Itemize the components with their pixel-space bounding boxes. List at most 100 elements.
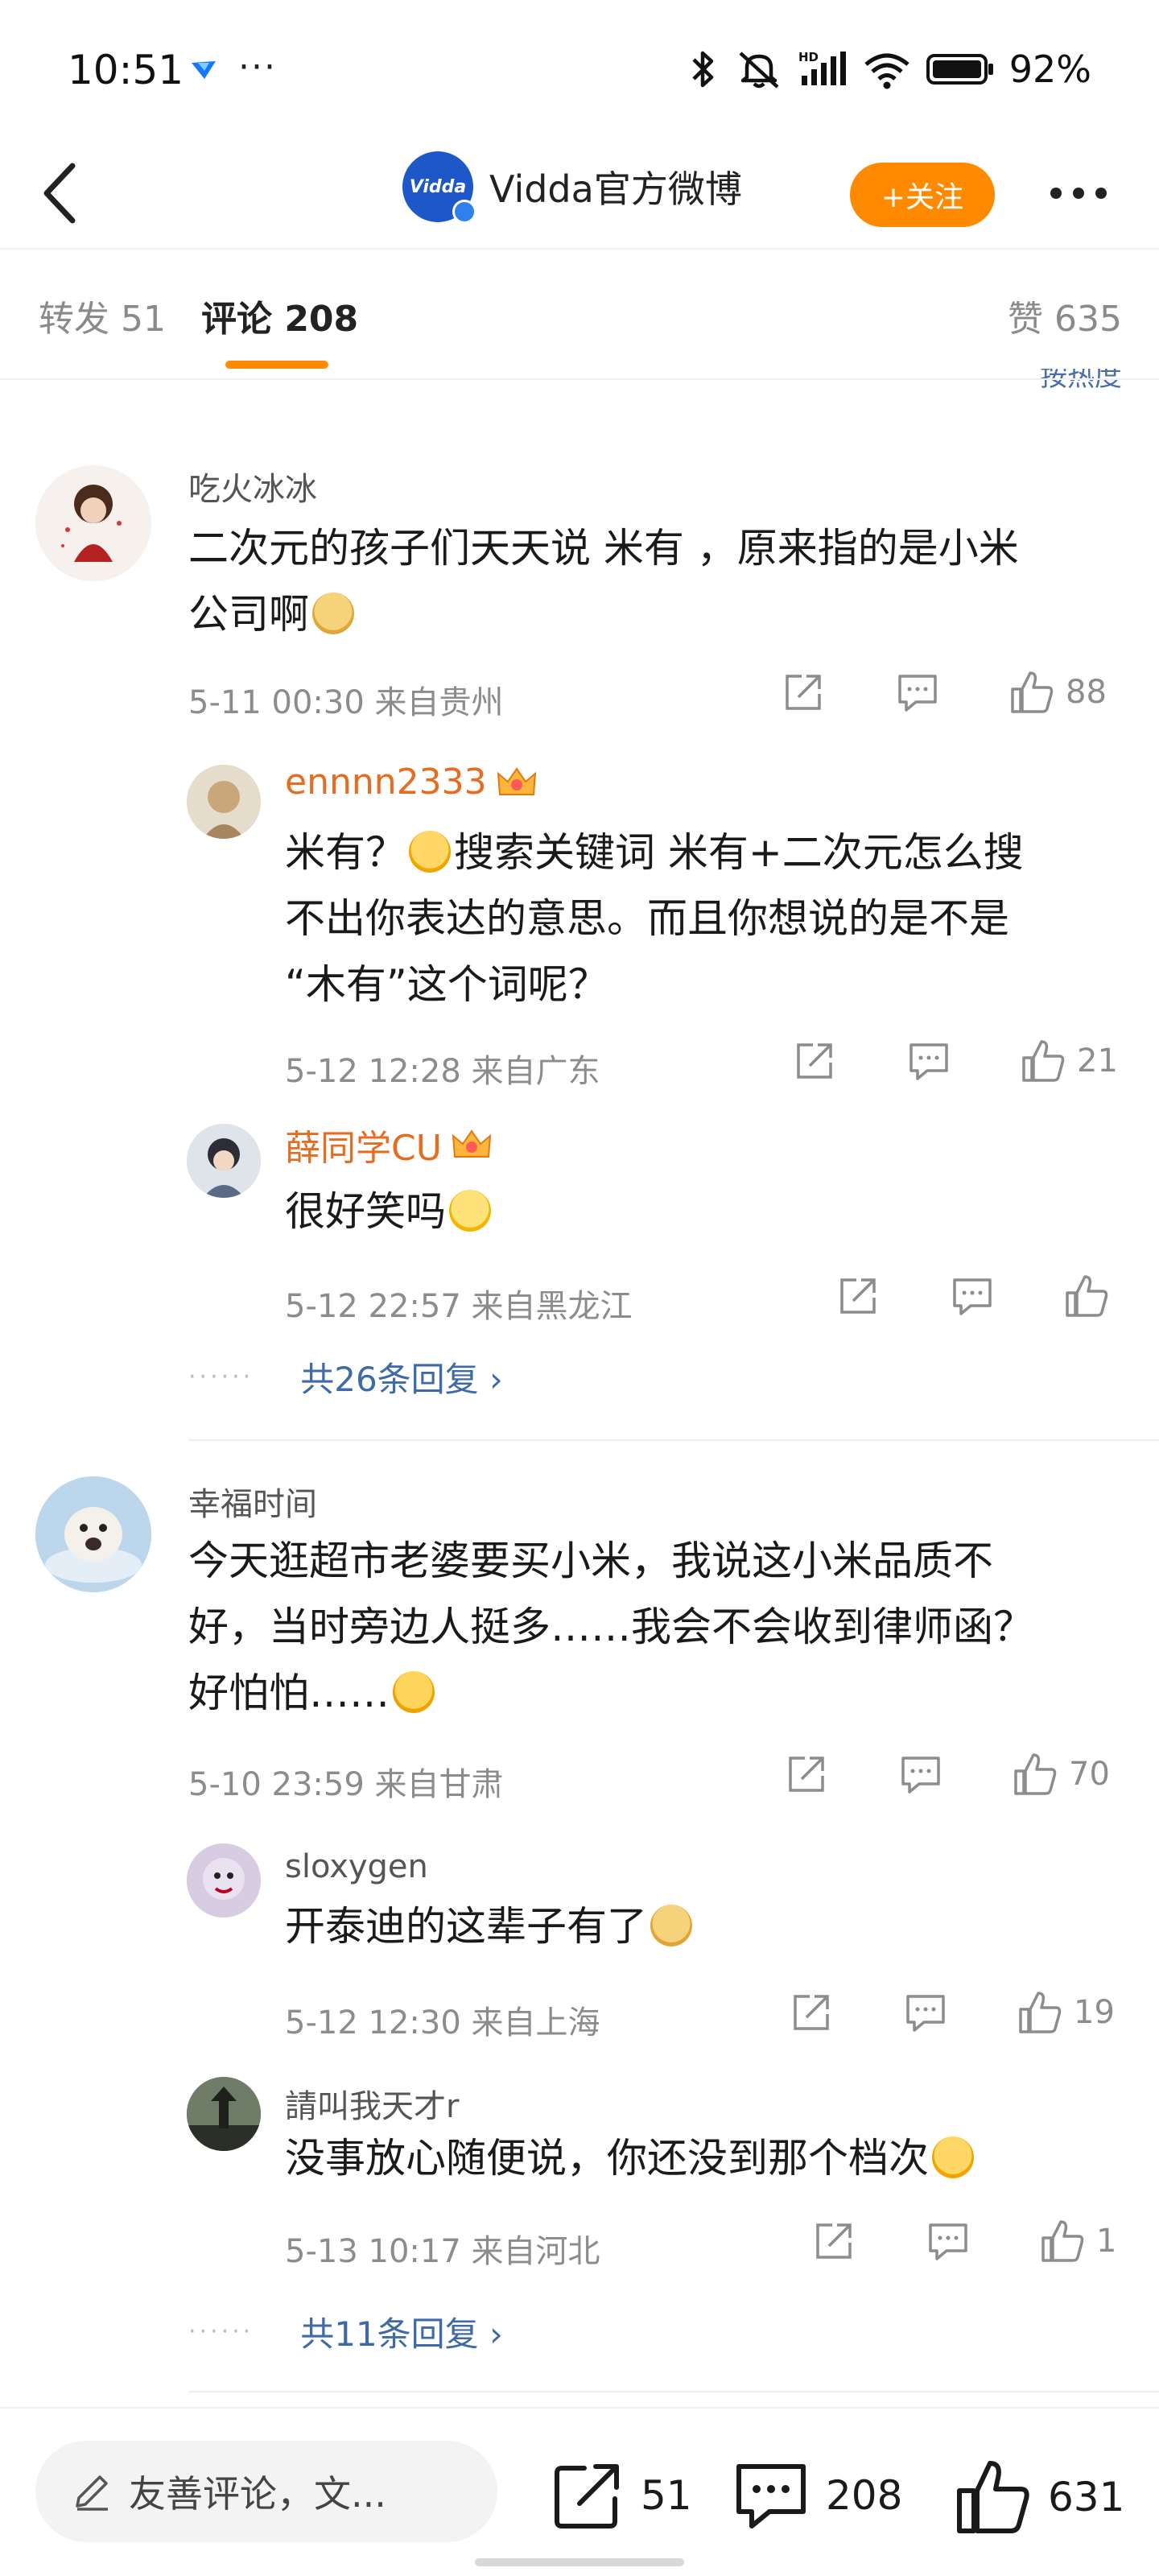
- avatar-image: [187, 765, 261, 839]
- like-comment-button[interactable]: 70: [1011, 1750, 1110, 1798]
- account-avatar[interactable]: Vidda: [402, 151, 476, 224]
- reply-reply-button[interactable]: [903, 1990, 948, 2035]
- commenter-avatar[interactable]: [35, 1476, 151, 1592]
- reply-text-fragment: 没事放心随便说，你还没到那个档次: [285, 2135, 929, 2182]
- follow-button[interactable]: +关注: [850, 163, 995, 227]
- share-icon: [797, 1043, 832, 1079]
- more-options-button[interactable]: [1038, 169, 1119, 217]
- back-button[interactable]: [32, 153, 89, 233]
- comment-input[interactable]: 友善评论，文...: [35, 2441, 497, 2542]
- commenter-name[interactable]: 幸福时间: [188, 1478, 317, 1525]
- reply-text-fragment: 很好笑吗: [285, 1188, 446, 1235]
- repost-comment-button[interactable]: [784, 1752, 829, 1797]
- more-replies-label: 共26条回复 ›: [300, 1360, 503, 1399]
- home-indicator: [475, 2558, 684, 2566]
- sort-toggle[interactable]: 按热度: [1040, 369, 1122, 401]
- reply-text-line: “木有”这个词呢？: [285, 961, 608, 1008]
- reply-author[interactable]: 薛同学CU: [285, 1119, 493, 1170]
- reply-comment-button[interactable]: [895, 670, 940, 715]
- comment-meta: 5-10 23:59 来自甘肃: [188, 1766, 504, 1803]
- like-button[interactable]: 631: [953, 2457, 1124, 2537]
- more-replies-label: 共11条回复 ›: [300, 2314, 503, 2354]
- reply-reply-button[interactable]: [906, 1038, 951, 1084]
- comment-text: 二次元的孩子们天天说 米有 ，原来指的是小米 公司啊: [188, 515, 1122, 647]
- avatar-image: [35, 465, 151, 581]
- comment-divider: [188, 1439, 1159, 1441]
- reply-reply-button[interactable]: [950, 1274, 995, 1319]
- reply-author[interactable]: ennnn2333: [285, 762, 538, 803]
- share-icon: [555, 2464, 619, 2529]
- status-icons: HD 92%: [687, 45, 1091, 93]
- reply-comment-button[interactable]: [898, 1752, 943, 1797]
- account-avatar-logo: Vidda: [409, 176, 467, 197]
- reply-text-line: 米有？ 搜索关键词 米有+二次元怎么搜: [285, 819, 1122, 886]
- comment-button[interactable]: 208: [731, 2457, 902, 2534]
- view-more-replies-link[interactable]: ······ 共26条回复 ›: [188, 1352, 503, 1402]
- like-reply-button[interactable]: 19: [1016, 1988, 1115, 2037]
- thumbs-up-icon: [957, 2461, 1029, 2533]
- like-reply-button[interactable]: 1: [1038, 2217, 1116, 2265]
- comment-text-line: 二次元的孩子们天天说 米有 ，原来指的是小米: [188, 525, 1019, 572]
- reply-reply-button[interactable]: [926, 2219, 971, 2264]
- reply-text-fragment: 搜索关键词 米有+二次元怎么搜: [454, 829, 1024, 876]
- tab-likes[interactable]: 赞 635: [1008, 290, 1122, 341]
- repost-reply-button[interactable]: [835, 1274, 881, 1319]
- share-icon: [794, 1995, 829, 2030]
- bottom-action-bar: 友善评论，文... 51 208 631: [0, 2407, 1159, 2576]
- doge-emoji-icon: [650, 1905, 692, 1946]
- tab-reposts[interactable]: 转发 51: [39, 290, 166, 341]
- avatar-image: [187, 1124, 261, 1198]
- comment-bubble-icon: [901, 1757, 940, 1794]
- like-comment-button[interactable]: 88: [1008, 668, 1107, 716]
- svg-text:HD: HD: [798, 50, 819, 64]
- reply-meta: 5-13 10:17 来自河北: [285, 2233, 600, 2270]
- repost-reply-button[interactable]: [789, 1990, 834, 2035]
- reply-avatar[interactable]: [187, 765, 261, 839]
- reply-author-name: ennnn2333: [285, 762, 487, 803]
- active-tab-indicator: [225, 361, 328, 369]
- reply-avatar[interactable]: [187, 1124, 261, 1198]
- like-count: 21: [1077, 1042, 1118, 1080]
- view-more-replies-link[interactable]: ······ 共11条回复 ›: [188, 2307, 503, 2356]
- like-reply-button[interactable]: 21: [1019, 1037, 1118, 1085]
- comment-text-fragment: 公司啊: [188, 591, 309, 638]
- reply-avatar[interactable]: [187, 1843, 261, 1918]
- reply-text: 开泰迪的这辈子有了: [285, 1893, 1122, 1959]
- more-dot-icon: [1095, 188, 1107, 199]
- thumbs-up-icon: [1014, 1753, 1057, 1795]
- avatar-image: [187, 1843, 261, 1918]
- reply-meta: 5-12 22:57 来自黑龙江: [285, 1288, 633, 1325]
- comment-text-fragment: 好怕怕……: [188, 1670, 390, 1716]
- cellular-signal-icon: HD: [798, 50, 846, 85]
- repost-button[interactable]: 51: [549, 2457, 692, 2534]
- verified-badge-icon: [452, 200, 476, 224]
- indent-dots: ······: [188, 2318, 254, 2346]
- vip-crown-icon: [452, 1129, 492, 1158]
- status-more-dots: ···: [238, 47, 277, 88]
- status-bar: 10:51 ··· HD 92%: [0, 0, 1159, 137]
- tab-comments[interactable]: 评论 208: [201, 290, 358, 341]
- vip-crown-icon: [497, 766, 536, 795]
- indent-dots: ······: [188, 1363, 254, 1391]
- like-reply-button[interactable]: [1062, 1272, 1120, 1320]
- commenter-name[interactable]: 吃火冰冰: [188, 463, 317, 510]
- thumbs-up-icon: [1066, 1275, 1108, 1317]
- comment-text-line: 好怕怕……: [188, 1660, 1122, 1726]
- repost-reply-button[interactable]: [811, 2219, 856, 2264]
- commenter-avatar[interactable]: [35, 465, 151, 581]
- repost-reply-button[interactable]: [792, 1038, 837, 1084]
- comment-bubble-icon: [898, 675, 937, 712]
- repost-comment-button[interactable]: [781, 670, 826, 715]
- reply-author-name[interactable]: sloxygen: [285, 1848, 428, 1885]
- more-dot-icon: [1073, 188, 1084, 199]
- wifi-icon: [864, 53, 909, 89]
- reply-author-name[interactable]: 請叫我天才r: [285, 2080, 459, 2127]
- reply-avatar[interactable]: [187, 2077, 261, 2151]
- comment-bubble-icon: [953, 1278, 992, 1315]
- back-arrow-icon: [43, 163, 76, 224]
- reply-meta: 5-12 12:30 来自上海: [285, 2004, 600, 2041]
- battery-icon: [926, 54, 993, 85]
- mute-bell-icon: [739, 52, 779, 89]
- comment-bubble-icon: [906, 1995, 945, 2032]
- account-header[interactable]: Vidda Vidda官方微博: [402, 151, 742, 224]
